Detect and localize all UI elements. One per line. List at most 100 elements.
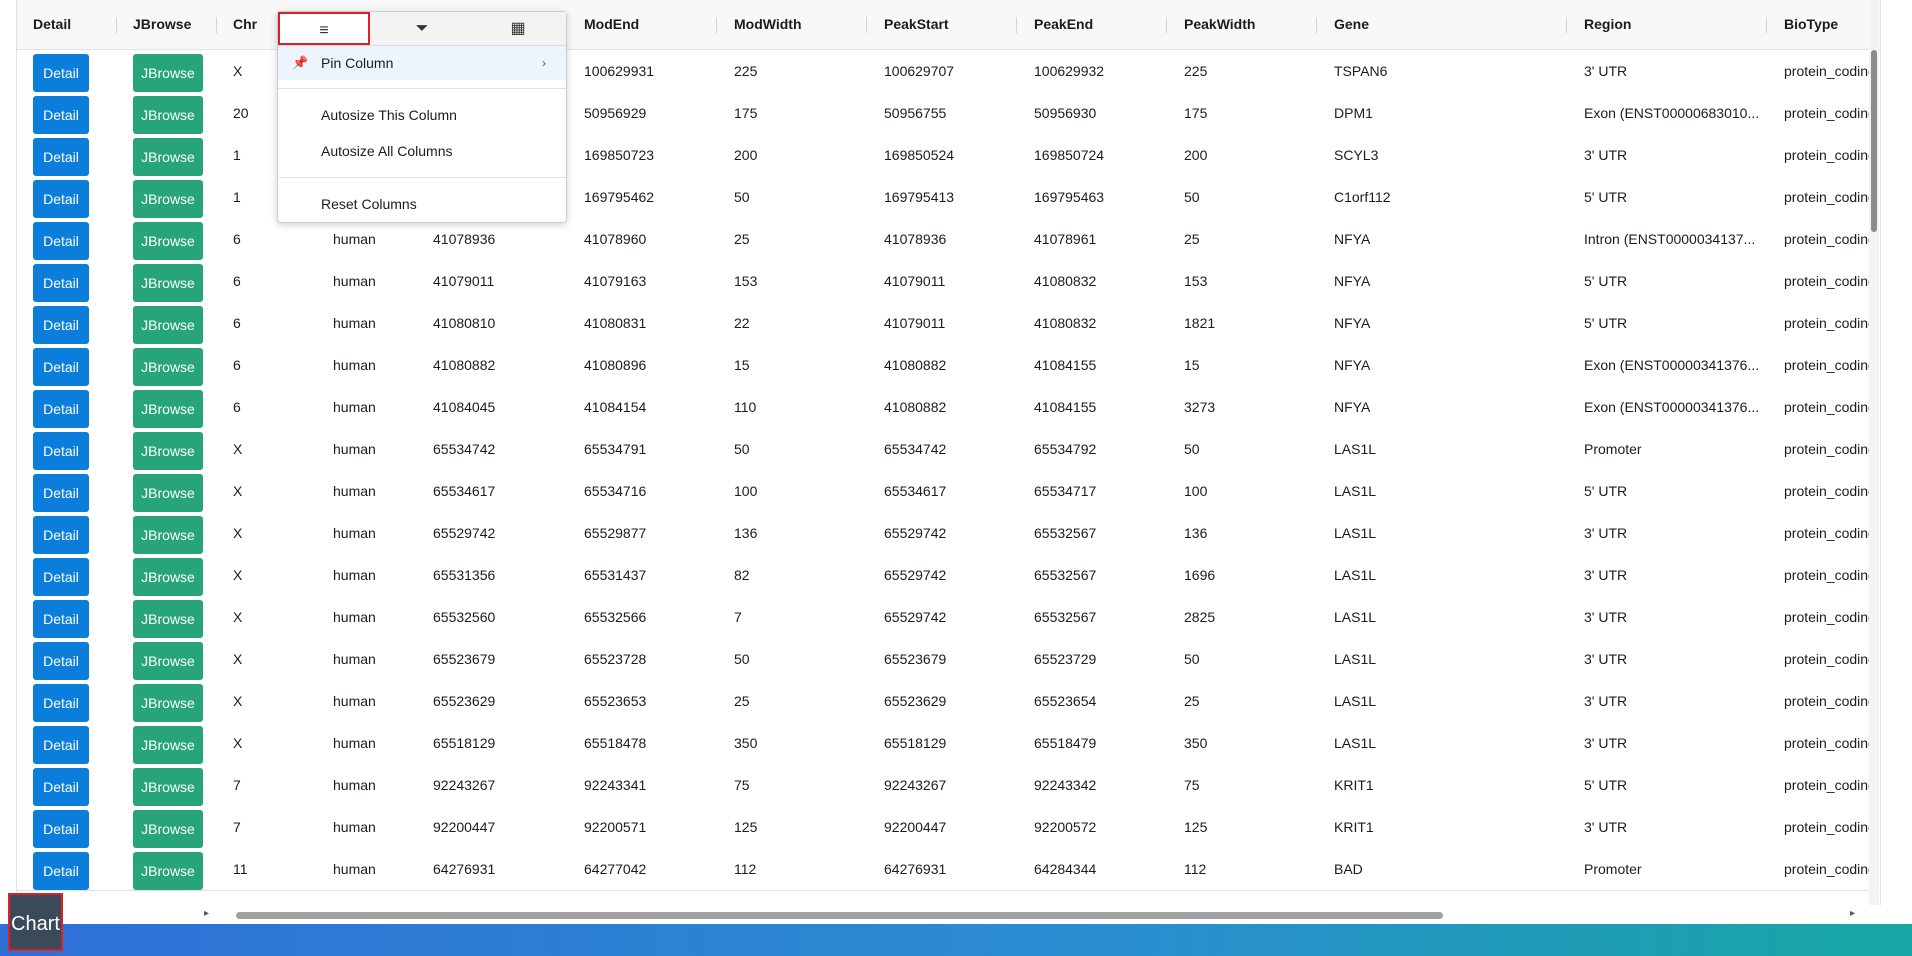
jbrowse-button[interactable]: JBrowse bbox=[133, 810, 203, 848]
jbrowse-button[interactable]: JBrowse bbox=[133, 684, 203, 722]
cell-chr: 6 bbox=[233, 357, 241, 373]
header-separator[interactable] bbox=[1566, 17, 1567, 33]
jbrowse-button[interactable]: JBrowse bbox=[133, 222, 203, 260]
detail-button[interactable]: Detail bbox=[33, 432, 89, 470]
header-separator[interactable] bbox=[116, 17, 117, 33]
vertical-scrollbar[interactable] bbox=[1869, 0, 1879, 905]
detail-button[interactable]: Detail bbox=[33, 726, 89, 764]
jbrowse-button[interactable]: JBrowse bbox=[133, 852, 203, 890]
scroll-right-icon[interactable]: ▸ bbox=[1850, 908, 1855, 919]
header-gene[interactable]: Gene bbox=[1334, 0, 1369, 49]
cell-peakstart: 64276931 bbox=[884, 861, 947, 877]
menu-item-autosize-all[interactable]: Autosize All Columns bbox=[278, 134, 566, 168]
cell-modend: 100629931 bbox=[584, 63, 655, 79]
detail-button[interactable]: Detail bbox=[33, 348, 89, 386]
horizontal-scrollbar-thumb[interactable] bbox=[236, 912, 1443, 919]
cell-peakwidth: 50 bbox=[1184, 651, 1200, 667]
jbrowse-button[interactable]: JBrowse bbox=[133, 432, 203, 470]
detail-button[interactable]: Detail bbox=[33, 474, 89, 512]
cell-region: 3' UTR bbox=[1584, 651, 1628, 667]
jbrowse-button[interactable]: JBrowse bbox=[133, 264, 203, 302]
detail-button[interactable]: Detail bbox=[33, 600, 89, 638]
header-peakend[interactable]: PeakEnd bbox=[1034, 0, 1093, 49]
header-separator[interactable] bbox=[716, 17, 717, 33]
detail-button[interactable]: Detail bbox=[33, 558, 89, 596]
cell-modstart: 65529742 bbox=[433, 525, 496, 541]
header-separator[interactable] bbox=[1766, 17, 1767, 33]
jbrowse-button[interactable]: JBrowse bbox=[133, 348, 203, 386]
jbrowse-button[interactable]: JBrowse bbox=[133, 726, 203, 764]
detail-button[interactable]: Detail bbox=[33, 390, 89, 428]
chart-button[interactable]: Chart bbox=[8, 893, 63, 951]
header-detail[interactable]: Detail bbox=[33, 0, 71, 49]
cell-peakend: 65534792 bbox=[1034, 441, 1097, 457]
menu-icon[interactable]: ≡ bbox=[278, 12, 370, 45]
header-peakstart[interactable]: PeakStart bbox=[884, 0, 949, 49]
cell-biotype: protein_coding bbox=[1784, 525, 1876, 541]
detail-button[interactable]: Detail bbox=[33, 684, 89, 722]
detail-button[interactable]: Detail bbox=[33, 222, 89, 260]
detail-button[interactable]: Detail bbox=[33, 264, 89, 302]
detail-button[interactable]: Detail bbox=[33, 810, 89, 848]
header-separator[interactable] bbox=[216, 17, 217, 33]
jbrowse-button[interactable]: JBrowse bbox=[133, 54, 203, 92]
jbrowse-button[interactable]: JBrowse bbox=[133, 600, 203, 638]
horizontal-scrollbar[interactable]: ▸ ▸ bbox=[200, 908, 1863, 922]
menu-item-autosize-this[interactable]: Autosize This Column bbox=[278, 98, 566, 132]
detail-button[interactable]: Detail bbox=[33, 642, 89, 680]
header-separator[interactable] bbox=[1016, 17, 1017, 33]
jbrowse-button[interactable]: JBrowse bbox=[133, 138, 203, 176]
cell-species: human bbox=[333, 525, 376, 541]
header-modwidth[interactable]: ModWidth bbox=[734, 0, 802, 49]
cell-modstart: 65523629 bbox=[433, 693, 496, 709]
header-chr[interactable]: Chr bbox=[233, 0, 257, 49]
header-peakwidth[interactable]: PeakWidth bbox=[1184, 0, 1255, 49]
cell-region: 3' UTR bbox=[1584, 525, 1628, 541]
cell-biotype: protein_coding bbox=[1784, 441, 1876, 457]
detail-button[interactable]: Detail bbox=[33, 180, 89, 218]
cell-gene: LAS1L bbox=[1334, 693, 1377, 709]
jbrowse-button[interactable]: JBrowse bbox=[133, 768, 203, 806]
jbrowse-button[interactable]: JBrowse bbox=[133, 390, 203, 428]
cell-modend: 65534791 bbox=[584, 441, 647, 457]
cell-biotype: protein_coding bbox=[1784, 147, 1876, 163]
header-separator[interactable] bbox=[1316, 17, 1317, 33]
jbrowse-button[interactable]: JBrowse bbox=[133, 96, 203, 134]
cell-peakwidth: 25 bbox=[1184, 231, 1200, 247]
jbrowse-button[interactable]: JBrowse bbox=[133, 642, 203, 680]
header-biotype[interactable]: BioType bbox=[1784, 0, 1838, 49]
detail-button[interactable]: Detail bbox=[33, 138, 89, 176]
detail-button[interactable]: Detail bbox=[33, 96, 89, 134]
cell-region: 5' UTR bbox=[1584, 777, 1628, 793]
header-jbrowse[interactable]: JBrowse bbox=[133, 0, 191, 49]
header-separator[interactable] bbox=[866, 17, 867, 33]
cell-modstart: 65523679 bbox=[433, 651, 496, 667]
scroll-left-icon[interactable]: ▸ bbox=[204, 908, 209, 919]
jbrowse-button[interactable]: JBrowse bbox=[133, 180, 203, 218]
cell-gene: NFYA bbox=[1334, 357, 1371, 373]
filter-icon[interactable]: ⏷ bbox=[374, 12, 470, 45]
cell-modstart: 64276931 bbox=[433, 861, 496, 877]
jbrowse-button[interactable]: JBrowse bbox=[133, 306, 203, 344]
detail-button[interactable]: Detail bbox=[33, 768, 89, 806]
detail-button[interactable]: Detail bbox=[33, 516, 89, 554]
cell-modwidth: 7 bbox=[734, 609, 742, 625]
detail-button[interactable]: Detail bbox=[33, 852, 89, 890]
header-region[interactable]: Region bbox=[1584, 0, 1631, 49]
cell-peakstart: 92243267 bbox=[884, 777, 947, 793]
cell-gene: LAS1L bbox=[1334, 609, 1377, 625]
jbrowse-button[interactable]: JBrowse bbox=[133, 474, 203, 512]
jbrowse-button[interactable]: JBrowse bbox=[133, 558, 203, 596]
detail-button[interactable]: Detail bbox=[33, 306, 89, 344]
jbrowse-button[interactable]: JBrowse bbox=[133, 516, 203, 554]
detail-button[interactable]: Detail bbox=[33, 54, 89, 92]
cell-region: 3' UTR bbox=[1584, 735, 1628, 751]
cell-chr: 6 bbox=[233, 231, 241, 247]
header-modend[interactable]: ModEnd bbox=[584, 0, 639, 49]
menu-item-reset-columns[interactable]: Reset Columns bbox=[278, 187, 566, 221]
cell-modwidth: 25 bbox=[734, 231, 750, 247]
vertical-scrollbar-thumb[interactable] bbox=[1871, 50, 1877, 232]
menu-item-pin-column[interactable]: 📌 Pin Column › bbox=[278, 46, 566, 80]
header-separator[interactable] bbox=[1166, 17, 1167, 33]
columns-icon[interactable]: ▦ bbox=[470, 12, 566, 45]
